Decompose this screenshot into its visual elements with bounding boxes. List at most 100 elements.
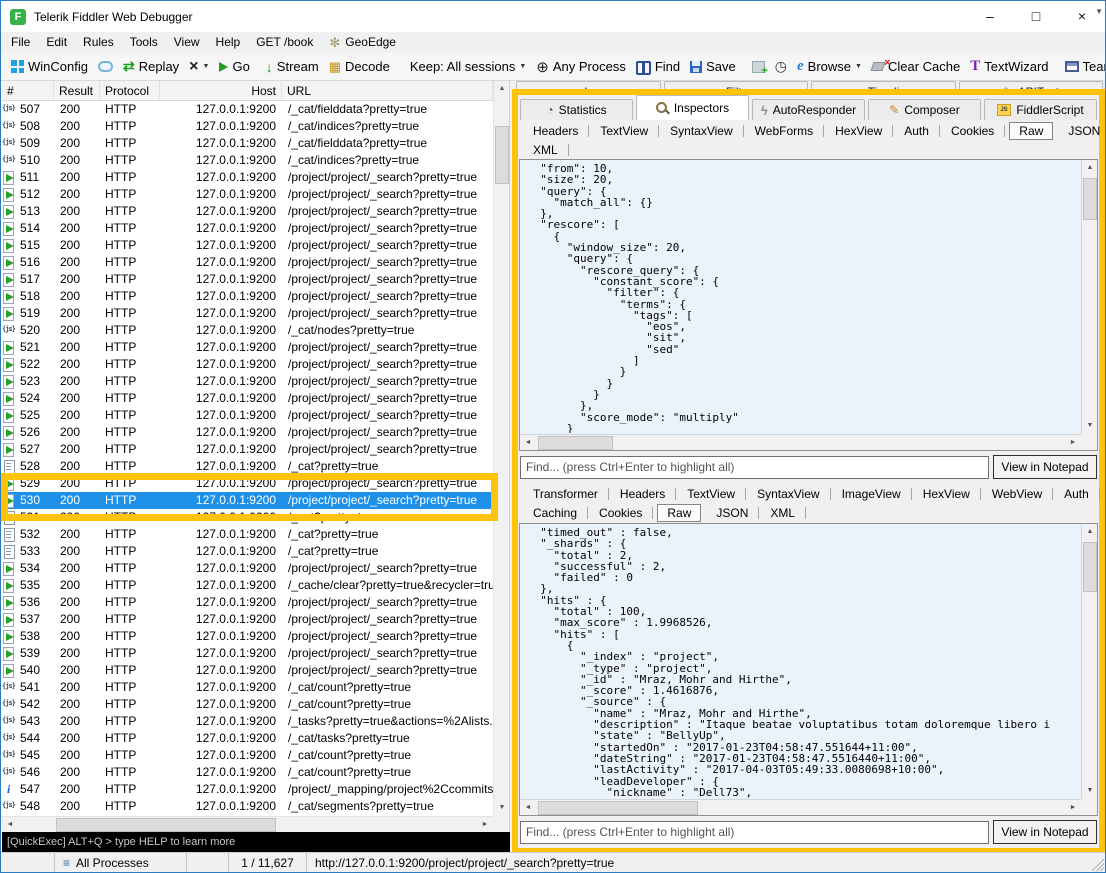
inspector-tab[interactable]: Statistics [520,99,633,120]
session-row[interactable]: 525 200 HTTP 127.0.0.1:9200 /project/pro… [2,407,493,424]
toolbar-item[interactable]: Clear Cache [867,55,965,79]
scrollbar-thumb[interactable] [538,801,698,815]
session-row[interactable]: 539 200 HTTP 127.0.0.1:9200 /project/pro… [2,645,493,662]
toolbar-item[interactable]: WinConfig [6,55,93,79]
request-horizontal-scrollbar[interactable]: ◄ ► [520,434,1081,450]
background-tab[interactable]: Log [516,81,661,89]
response-view-tab[interactable]: HexView [912,486,981,502]
column-header-url[interactable]: URL [282,81,493,101]
response-view-tab[interactable]: JSON [705,505,759,521]
toolbar-item[interactable]: Save [685,55,741,79]
response-view-tab[interactable]: XML [759,505,806,521]
dropdown-arrow-icon[interactable]: ▼ [855,63,862,70]
request-view-tab[interactable]: Raw [1009,122,1053,140]
scroll-right-icon[interactable]: ► [1065,435,1081,451]
scrollbar-thumb[interactable] [1083,542,1097,592]
session-row[interactable]: 528 200 HTTP 127.0.0.1:9200 /_cat?pretty… [2,458,493,475]
session-row[interactable]: 517 200 HTTP 127.0.0.1:9200 /project/pro… [2,271,493,288]
response-view-tab[interactable]: WebView [981,486,1053,502]
session-row[interactable]: 507 200 HTTP 127.0.0.1:9200 /_cat/fieldd… [2,101,493,118]
request-view-tab[interactable]: SyntaxView [659,123,743,139]
response-view-tab[interactable]: SyntaxView [746,486,830,502]
response-view-tab[interactable]: Caching [522,505,588,521]
background-tab[interactable]: Filters [664,81,809,89]
session-row[interactable]: 520 200 HTTP 127.0.0.1:9200 /_cat/nodes?… [2,322,493,339]
request-view-tab[interactable]: Cookies [940,123,1005,139]
session-row[interactable]: 527 200 HTTP 127.0.0.1:9200 /project/pro… [2,441,493,458]
toolbar-item[interactable]: Replay [118,55,184,79]
menu-item-geoedge[interactable]: GeoEdge [321,32,404,53]
session-row[interactable]: 535 200 HTTP 127.0.0.1:9200 /_cache/clea… [2,577,493,594]
scroll-down-icon[interactable]: ▼ [1082,783,1098,799]
menu-item[interactable]: GET /book [248,32,321,53]
toolbar-item[interactable] [747,55,770,79]
menu-item[interactable]: View [166,32,208,53]
dropdown-arrow-icon[interactable]: ▼ [519,63,526,70]
session-row[interactable]: 533 200 HTTP 127.0.0.1:9200 /_cat?pretty… [2,543,493,560]
session-row[interactable]: 512 200 HTTP 127.0.0.1:9200 /project/pro… [2,186,493,203]
session-row[interactable]: 540 200 HTTP 127.0.0.1:9200 /project/pro… [2,662,493,679]
request-view-tab[interactable]: Headers [522,123,589,139]
session-row[interactable]: 509 200 HTTP 127.0.0.1:9200 /_cat/fieldd… [2,135,493,152]
menu-item[interactable]: File [3,32,38,53]
close-button[interactable]: × [1059,1,1105,32]
toolbar-item[interactable]: Decode [324,55,395,79]
column-header-protocol[interactable]: Protocol [100,81,160,101]
session-row[interactable]: 545 200 HTTP 127.0.0.1:9200 /_cat/count?… [2,747,493,764]
session-row[interactable]: 518 200 HTTP 127.0.0.1:9200 /project/pro… [2,288,493,305]
scroll-right-icon[interactable]: ► [477,817,493,833]
session-row[interactable]: 544 200 HTTP 127.0.0.1:9200 /_cat/tasks?… [2,730,493,747]
session-row[interactable]: 541 200 HTTP 127.0.0.1:9200 /_cat/count?… [2,679,493,696]
session-row[interactable]: 546 200 HTTP 127.0.0.1:9200 /_cat/count?… [2,764,493,781]
toolbar-item[interactable]: Any Process [531,55,631,79]
status-capture-cell[interactable] [1,853,55,872]
toolbar-item[interactable] [770,55,792,79]
session-row[interactable]: 529 200 HTTP 127.0.0.1:9200 /project/pro… [2,475,493,492]
status-process-filter[interactable]: All Processes [55,853,187,872]
toolbar-item[interactable]: Tearoff [1060,55,1106,79]
inspector-tab[interactable]: Composer [868,99,981,120]
session-row[interactable]: 515 200 HTTP 127.0.0.1:9200 /project/pro… [2,237,493,254]
request-view-tab[interactable]: XML [522,142,569,158]
toolbar-item[interactable]: TextWizard [965,55,1053,79]
request-view-tab[interactable]: Auth [893,123,940,139]
scroll-up-icon[interactable]: ▲ [494,81,510,97]
dropdown-arrow-icon[interactable]: ▼ [203,63,210,70]
toolbar-item[interactable]: Keep: All sessions ▼ [401,55,531,79]
menu-item[interactable]: Rules [75,32,122,53]
request-view-in-notepad-button[interactable]: View in Notepad [993,455,1097,479]
inspector-tab[interactable]: Inspectors [636,95,749,120]
menu-item[interactable]: Tools [122,32,166,53]
session-row[interactable]: 522 200 HTTP 127.0.0.1:9200 /project/pro… [2,356,493,373]
background-tab[interactable]: APITest [959,81,1104,89]
session-row[interactable]: 513 200 HTTP 127.0.0.1:9200 /project/pro… [2,203,493,220]
session-row[interactable]: 516 200 HTTP 127.0.0.1:9200 /project/pro… [2,254,493,271]
column-header-result[interactable]: Result [54,81,100,101]
request-vertical-scrollbar[interactable]: ▲ ▼ [1081,160,1097,434]
scroll-down-icon[interactable]: ▼ [1082,418,1098,434]
quickexec-bar[interactable]: [QuickExec] ALT+Q > type HELP to learn m… [2,832,510,853]
session-row[interactable]: 531 200 HTTP 127.0.0.1:9200 /_cat?pretty… [2,509,493,526]
response-find-input[interactable] [520,821,989,844]
scroll-up-icon[interactable]: ▲ [1082,524,1098,540]
response-view-tab[interactable]: Headers [609,486,676,502]
toolbar-item[interactable] [93,55,118,79]
toolbar-overflow-icon[interactable]: ▼ [1095,7,1103,16]
scrollbar-thumb[interactable] [56,818,276,832]
response-view-tab[interactable]: Auth [1053,486,1100,502]
menu-item[interactable]: Help [208,32,249,53]
session-list-horizontal-scrollbar[interactable]: ◄ ► [2,816,493,832]
response-view-tab[interactable]: Transformer [522,486,609,502]
column-header-number[interactable]: # [2,81,54,101]
session-row[interactable]: 543 200 HTTP 127.0.0.1:9200 /_tasks?pret… [2,713,493,730]
toolbar-item[interactable]: Find [631,55,685,79]
session-row[interactable]: 530 200 HTTP 127.0.0.1:9200 /project/pro… [2,492,493,509]
response-view-tab[interactable]: Raw [657,504,701,522]
session-row[interactable]: 536 200 HTTP 127.0.0.1:9200 /project/pro… [2,594,493,611]
request-view-tab[interactable]: HexView [824,123,893,139]
inspector-tab[interactable]: FiddlerScript [984,99,1097,120]
response-vertical-scrollbar[interactable]: ▲ ▼ [1081,524,1097,799]
request-find-input[interactable] [520,456,989,479]
scrollbar-thumb[interactable] [495,126,509,184]
menu-item[interactable]: Edit [38,32,75,53]
